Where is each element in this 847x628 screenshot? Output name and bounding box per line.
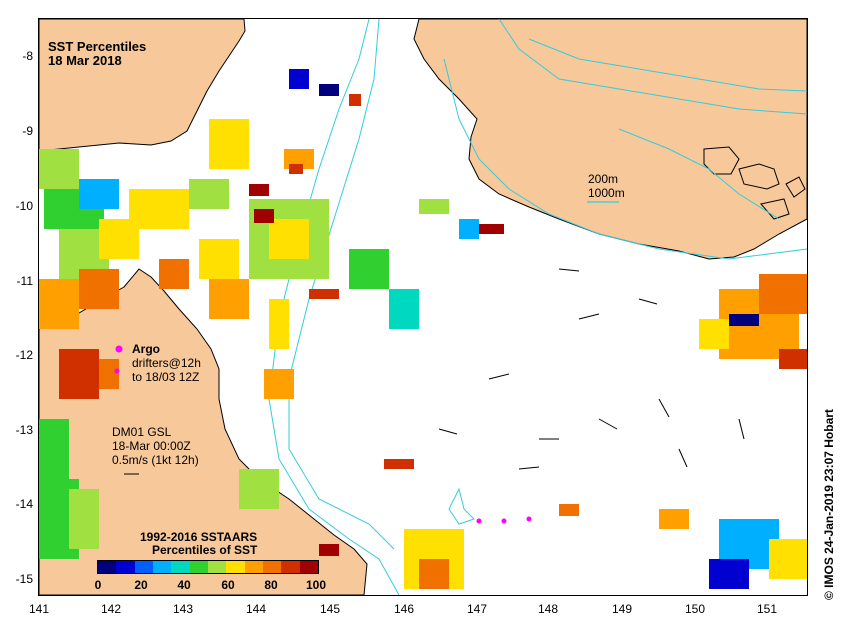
current-legend-line2: 18-Mar 00:00Z [112, 439, 191, 453]
y-tick-label: -8 [22, 49, 33, 63]
x-tick-label: 149 [611, 602, 633, 616]
x-tick-label: 150 [684, 602, 706, 616]
y-tick-label: -9 [22, 124, 33, 138]
x-tick-label: 145 [319, 602, 341, 616]
colorbar-swatch [281, 561, 300, 573]
x-tick-label: 146 [393, 602, 415, 616]
colorbar-swatch [226, 561, 245, 573]
colorbar-title2: Percentiles of SST [152, 543, 258, 557]
y-tick-label: -12 [15, 348, 33, 362]
colorbar-swatch [244, 561, 263, 573]
colorbar-tick: 100 [305, 578, 327, 592]
colorbar-tick: 0 [94, 578, 102, 592]
colorbar-tick: 60 [221, 578, 235, 592]
map-canvas [39, 19, 807, 595]
y-tick-label: -13 [15, 423, 33, 437]
colorbar-title1: 1992-2016 SSTAARS [140, 530, 258, 544]
argo-marker-legend [115, 345, 123, 353]
x-tick-label: 142 [100, 602, 122, 616]
colorbar-swatch [262, 561, 282, 573]
colorbar-tick: 40 [177, 578, 191, 592]
argo-line2: to 18/03 12Z [132, 370, 200, 384]
y-tick-label: -11 [16, 274, 33, 288]
bathymetry-200m-label: 200m [588, 172, 619, 186]
x-tick-label: 147 [466, 602, 488, 616]
credit-text: © IMOS 24-Jan-2019 23:07 Hobart [822, 409, 836, 600]
y-tick-label: -10 [15, 199, 33, 213]
colorbar-swatch [116, 561, 135, 573]
argo-line1: drifters@12h [132, 356, 201, 370]
bathymetry-1000m-label: 1000m [588, 186, 625, 200]
x-tick-label: 144 [245, 602, 267, 616]
map-date: 18 Mar 2018 [48, 53, 122, 68]
argo-label: Argo [132, 342, 160, 356]
colorbar-swatch [171, 561, 190, 573]
x-tick-label: 151 [756, 602, 778, 616]
colorbar-swatch [98, 561, 117, 573]
y-tick-label: -15 [15, 572, 33, 586]
y-tick-label: -14 [15, 497, 33, 511]
x-tick-label: 143 [172, 602, 194, 616]
map-title: SST Percentiles [48, 39, 147, 54]
colorbar-tick: 80 [264, 578, 278, 592]
colorbar-swatch [134, 561, 153, 573]
colorbar-swatch [207, 561, 227, 573]
colorbar-tick: 20 [134, 578, 148, 592]
sst-colorbar [97, 560, 319, 574]
x-tick-label: 148 [537, 602, 559, 616]
colorbar-swatch [299, 561, 318, 573]
colorbar-swatch [189, 561, 208, 573]
colorbar-swatch [152, 561, 172, 573]
sst-map[interactable] [38, 18, 808, 596]
current-legend-line3: 0.5m/s (1kt 12h) [112, 453, 199, 467]
x-tick-label: 141 [28, 602, 50, 616]
current-legend-line1: DM01 GSL [112, 425, 172, 439]
